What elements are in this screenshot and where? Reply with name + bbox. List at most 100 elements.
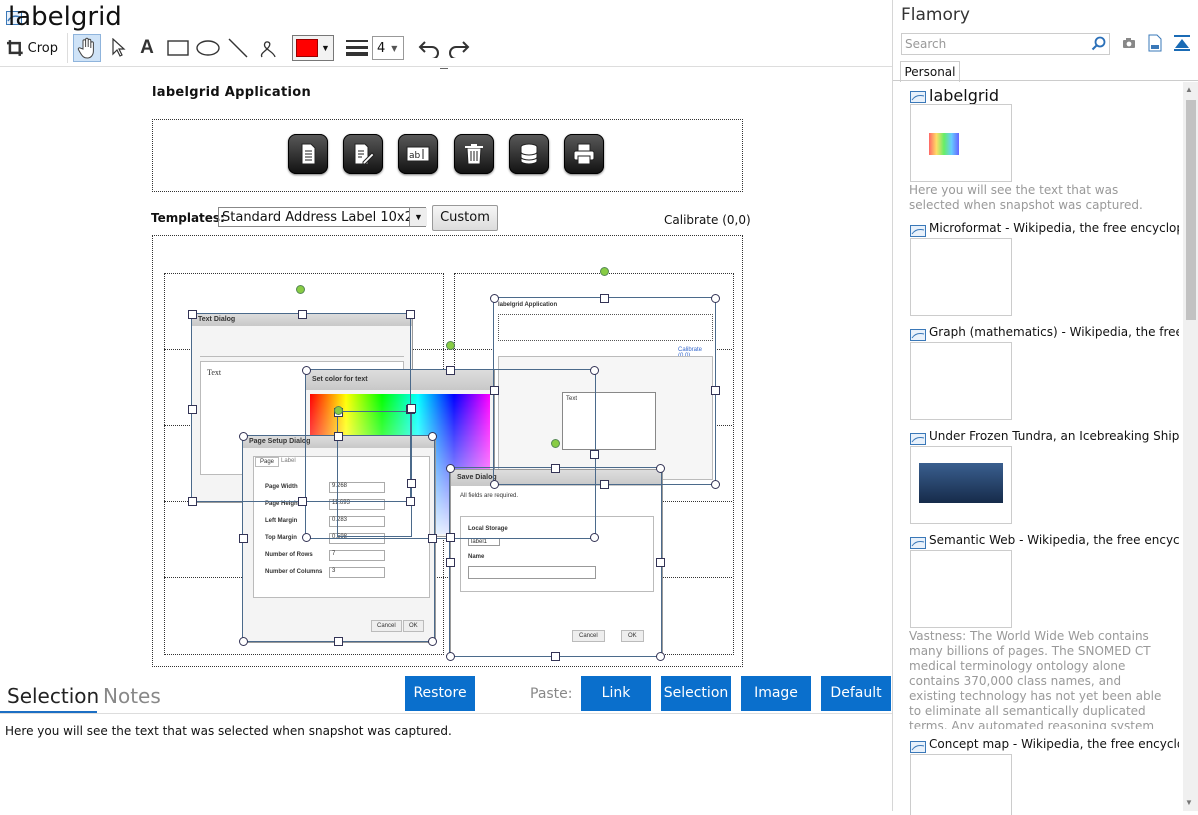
line-width-select[interactable]: 4 ▼ (372, 36, 404, 60)
resize-handle[interactable] (590, 533, 599, 542)
history-thumbnail[interactable] (910, 342, 1012, 420)
delete-button[interactable] (454, 134, 494, 174)
resize-handle[interactable] (428, 534, 437, 543)
color-picker[interactable]: ▼ (292, 35, 334, 61)
resize-handle[interactable] (446, 533, 455, 542)
history-thumbnail[interactable] (910, 754, 1012, 815)
resize-handle[interactable] (239, 637, 248, 646)
text-tool-button[interactable]: A (136, 36, 158, 60)
resize-handle[interactable] (490, 386, 499, 395)
resize-handle[interactable] (551, 652, 560, 661)
resize-handle[interactable] (188, 497, 197, 506)
resize-handle[interactable] (711, 480, 720, 489)
select-tool-button[interactable] (108, 36, 130, 60)
paste-link-button[interactable]: Link (581, 676, 651, 711)
history-entry-title[interactable]: Graph (mathematics) - Wikipedia, the fre… (929, 325, 1179, 339)
rotate-handle[interactable] (600, 267, 609, 276)
restore-button[interactable]: Restore (405, 676, 475, 711)
history-snippet: Vastness: The World Wide Web contains ma… (909, 629, 1162, 729)
resize-handle[interactable] (711, 386, 720, 395)
snapshot-canvas[interactable]: labelgrid Application ab Templates: Stan… (0, 66, 892, 682)
resize-handle[interactable] (188, 405, 197, 414)
freehand-tool-button[interactable] (256, 36, 280, 60)
resize-handle[interactable] (428, 637, 437, 646)
resize-handle[interactable] (298, 497, 307, 506)
resize-handle[interactable] (446, 366, 455, 375)
history-thumbnail[interactable] (910, 104, 1012, 182)
document-icon[interactable] (1148, 34, 1162, 52)
rotate-handle[interactable] (296, 285, 305, 294)
text-field-button[interactable]: ab (398, 134, 438, 174)
new-document-button[interactable] (288, 134, 328, 174)
resize-handle[interactable] (428, 432, 437, 441)
chevron-down-icon[interactable]: ▼ (409, 208, 427, 226)
resize-handle[interactable] (406, 310, 415, 319)
paste-selection-button[interactable]: Selection (661, 676, 731, 711)
database-button[interactable] (509, 134, 549, 174)
history-entry-title[interactable]: Under Frozen Tundra, an Icebreaking Ship… (929, 429, 1179, 443)
tab-personal[interactable]: Personal (900, 61, 960, 82)
search-icon[interactable] (1091, 36, 1107, 52)
rotate-handle[interactable] (551, 439, 560, 448)
resize-handle[interactable] (406, 497, 415, 506)
rotate-handle[interactable] (446, 341, 455, 350)
history-thumbnail[interactable] (910, 550, 1012, 628)
crop-button[interactable]: Crop (6, 36, 58, 60)
history-entry-title[interactable]: Semantic Web - Wikipedia, the free encyc… (929, 533, 1179, 547)
resize-handle[interactable] (590, 450, 599, 459)
resize-handle[interactable] (446, 464, 455, 473)
print-button[interactable] (564, 134, 604, 174)
search-input[interactable]: Search (901, 33, 1110, 55)
resize-handle[interactable] (600, 480, 609, 489)
resize-handle[interactable] (590, 366, 599, 375)
history-thumbnail[interactable] (910, 238, 1012, 316)
template-select[interactable]: Standard Address Label 10x2 (L (218, 207, 426, 227)
resize-handle[interactable] (446, 558, 455, 567)
resize-handle[interactable] (490, 480, 499, 489)
resize-handle[interactable] (600, 294, 609, 303)
history-entry-title[interactable]: labelgrid (929, 86, 1179, 105)
resize-handle[interactable] (656, 652, 665, 661)
camera-icon[interactable] (1122, 36, 1136, 50)
resize-handle[interactable] (334, 637, 343, 646)
page-icon (910, 740, 926, 753)
rectangle-tool-button[interactable] (166, 36, 190, 60)
resize-handle[interactable] (656, 558, 665, 567)
ellipse-tool-button[interactable] (195, 36, 221, 60)
resize-handle[interactable] (551, 464, 560, 473)
resize-handle[interactable] (239, 534, 248, 543)
calibrate-link[interactable]: Calibrate (0,0) (664, 213, 751, 227)
resize-handle[interactable] (446, 652, 455, 661)
resize-handle[interactable] (656, 464, 665, 473)
history-thumbnail[interactable] (910, 446, 1012, 524)
line-tool-button[interactable] (226, 36, 250, 60)
resize-handle[interactable] (302, 366, 311, 375)
app-title: labelgrid Application (152, 85, 312, 100)
resize-handle[interactable] (298, 310, 307, 319)
resize-handle[interactable] (188, 310, 197, 319)
resize-handle[interactable] (490, 294, 499, 303)
edit-document-button[interactable] (343, 134, 383, 174)
resize-handle[interactable] (302, 533, 311, 542)
redo-button[interactable] (446, 36, 472, 60)
scroll-up-icon[interactable]: ▲ (1185, 85, 1193, 94)
collapse-icon[interactable] (1174, 34, 1190, 52)
hand-tool-button[interactable] (73, 34, 101, 62)
paste-image-button[interactable]: Image (741, 676, 811, 711)
resize-handle[interactable] (711, 294, 720, 303)
tab-selection[interactable]: Selection (7, 684, 99, 708)
resize-handle[interactable] (407, 404, 416, 413)
resize-handle[interactable] (334, 432, 343, 441)
scroll-down-icon[interactable]: ▼ (1185, 798, 1193, 807)
rotate-handle[interactable] (334, 406, 343, 415)
paste-default-button[interactable]: Default (821, 676, 891, 711)
history-entry-title[interactable]: Microformat - Wikipedia, the free encycl… (929, 221, 1179, 235)
resize-handle[interactable] (239, 432, 248, 441)
trash-icon (465, 144, 483, 165)
tab-notes[interactable]: Notes (103, 684, 161, 708)
custom-button[interactable]: Custom (432, 205, 498, 231)
undo-button[interactable] (416, 36, 442, 60)
scrollbar-thumb[interactable] (1186, 100, 1196, 320)
history-entry-title[interactable]: Concept map - Wikipedia, the free encycl… (929, 737, 1179, 751)
resize-handle[interactable] (407, 479, 416, 488)
